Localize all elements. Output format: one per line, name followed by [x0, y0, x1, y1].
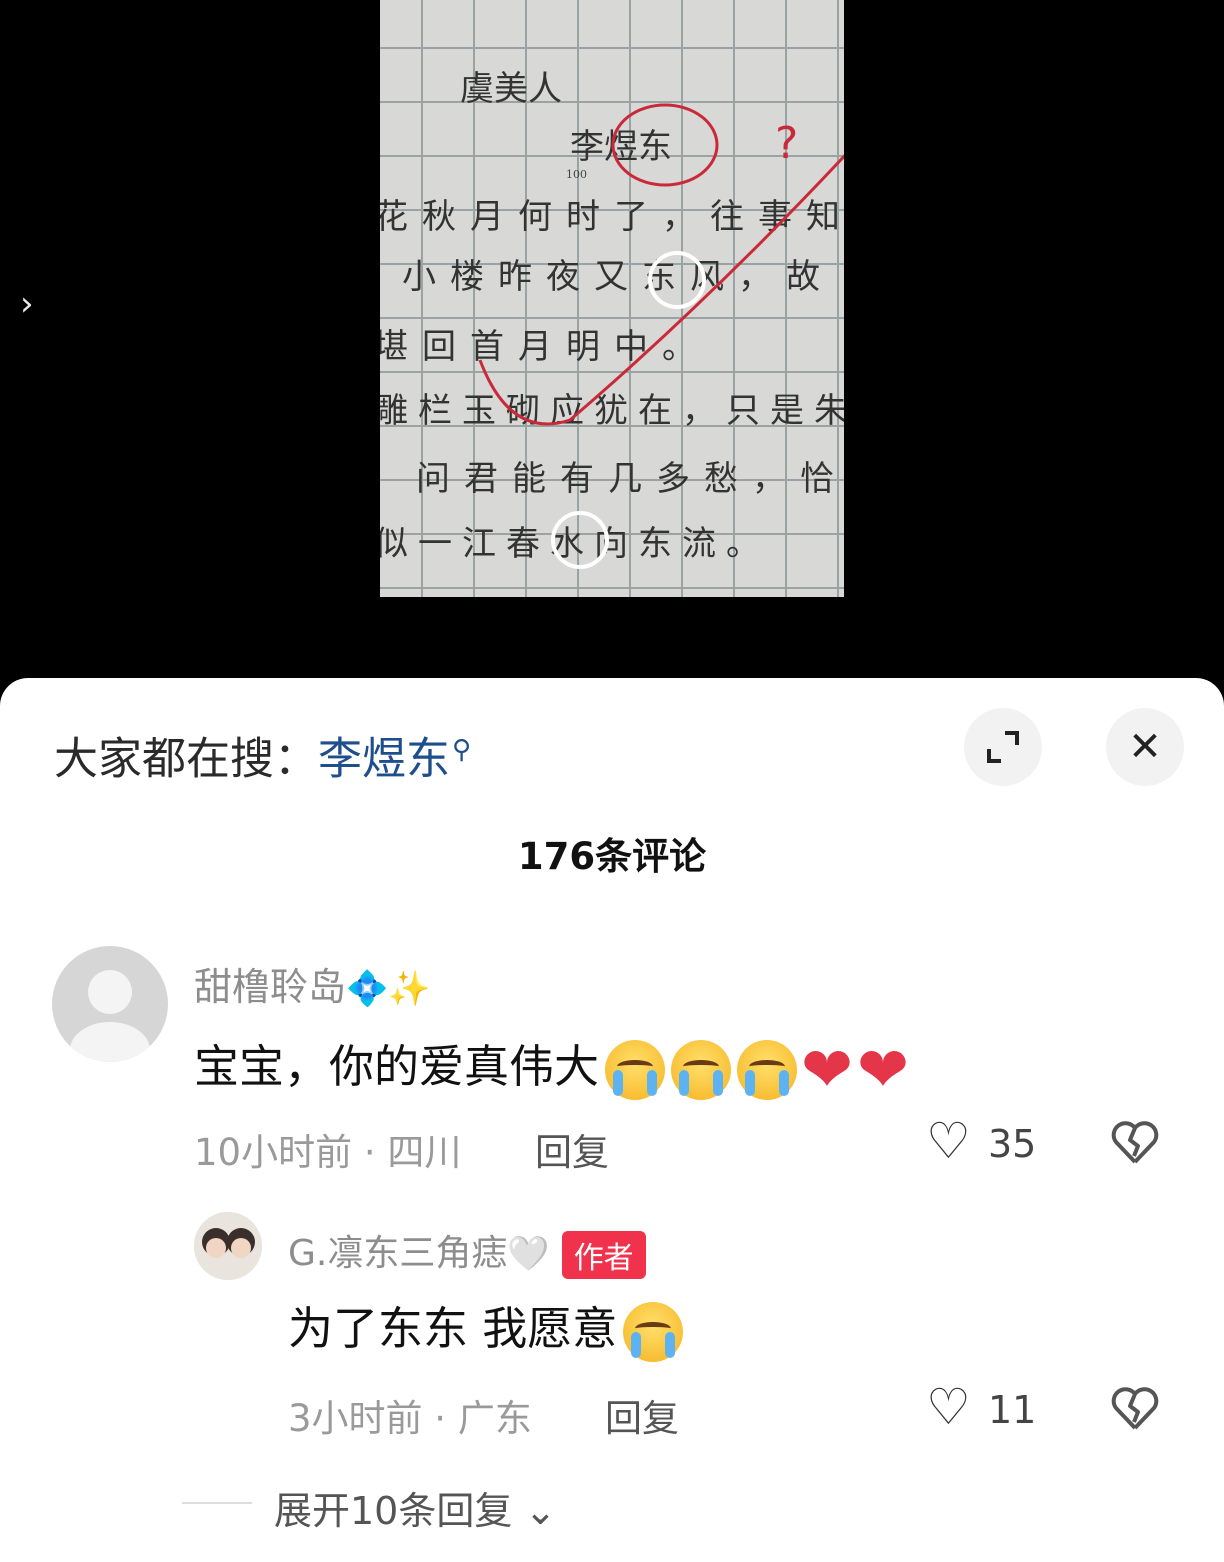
score-label: 100 [566, 168, 587, 181]
close-button[interactable]: ✕ [1106, 708, 1184, 786]
comment-meta: 10小时前 · 四川 [194, 1131, 462, 1174]
crying-face-icon [671, 1040, 732, 1100]
chevron-right-icon[interactable]: › [20, 287, 34, 321]
red-heart-icon: ❤ [801, 1033, 853, 1106]
username-text: G.凛东三角痣 [288, 1233, 508, 1274]
crying-face-icon [737, 1040, 798, 1100]
poem-line: 小楼昨夜又东风，故 [402, 257, 834, 297]
avatar[interactable] [194, 1212, 262, 1280]
trending-search[interactable]: 大家都在搜：李煜东⚲ [54, 724, 471, 786]
question-mark: ? [775, 118, 798, 169]
search-term-link[interactable]: 李煜东 [318, 734, 450, 785]
poem-line: 堪回首月明中。 [380, 327, 710, 367]
expand-replies-button[interactable]: 展开10条回复 ⌄ [274, 1480, 556, 1535]
crying-face-icon [605, 1040, 666, 1100]
poem-author: 李煜东 [570, 127, 672, 167]
crying-face-icon [623, 1302, 684, 1362]
like-count: 35 [988, 1122, 1037, 1166]
like-count: 11 [988, 1388, 1037, 1432]
media-area: › 虞美人 李煜东 100 花秋月何时了，往事知 小楼昨夜又东风，故 堪回首月明… [0, 0, 1224, 690]
expand-button[interactable] [964, 708, 1042, 786]
expand-replies-label: 展开10条回复 [274, 1489, 513, 1533]
reply-button[interactable]: 回复 [605, 1388, 679, 1442]
comment-username[interactable]: 甜橹聆岛💠✨ [194, 956, 431, 1011]
avatar[interactable] [52, 946, 168, 1062]
author-badge: 作者 [561, 1231, 646, 1279]
comments-sheet: 大家都在搜：李煜东⚲ ✕ 176条评论 甜橹聆岛💠✨ 宝宝，你的爱真伟大 ❤❤ 1… [0, 678, 1224, 1562]
red-heart-icon: ❤ [856, 1033, 909, 1106]
chevron-down-icon: ⌄ [524, 1489, 557, 1533]
username-text: 甜橹聆岛 [194, 965, 347, 1009]
reply-body: 为了东东 我愿意 [288, 1302, 618, 1355]
poem-line: 花秋月何时了，往事知 [380, 197, 844, 237]
comment-text: 宝宝，你的爱真伟大 ❤❤ [194, 1030, 909, 1106]
reply-button[interactable]: 回复 [535, 1122, 609, 1176]
reply-username[interactable]: G.凛东三角痣🤍 作者 [288, 1224, 646, 1279]
username-decoration: 💠✨ [346, 969, 431, 1009]
poem-title: 虞美人 [460, 69, 562, 109]
search-icon: ⚲ [452, 735, 472, 765]
poem-line: 雕栏玉砌应犹在，只是朱 [380, 391, 844, 431]
photo-homework-sheet: 虞美人 李煜东 100 花秋月何时了，往事知 小楼昨夜又东风，故 堪回首月明中。… [380, 0, 844, 597]
search-prefix: 大家都在搜： [54, 733, 318, 785]
comment-body: 宝宝，你的爱真伟大 [194, 1040, 600, 1093]
poem-line: 似一江春水向东流。 [380, 524, 770, 564]
expand-icon [987, 731, 1019, 763]
username-decoration: 🤍 [507, 1234, 550, 1274]
heart-outline-icon[interactable]: ♡ [926, 1116, 971, 1166]
close-icon: ✕ [1128, 724, 1162, 770]
broken-heart-icon[interactable] [1110, 1384, 1160, 1441]
reply-text: 为了东东 我愿意 [288, 1292, 684, 1362]
reply-meta: 3小时前 · 广东 [288, 1397, 532, 1440]
divider [182, 1502, 252, 1504]
comments-count: 176条评论 [517, 835, 707, 878]
broken-heart-icon[interactable] [1110, 1118, 1160, 1175]
heart-outline-icon[interactable]: ♡ [926, 1382, 971, 1432]
poem-line: 问君能有几多愁，恰 [416, 459, 844, 499]
